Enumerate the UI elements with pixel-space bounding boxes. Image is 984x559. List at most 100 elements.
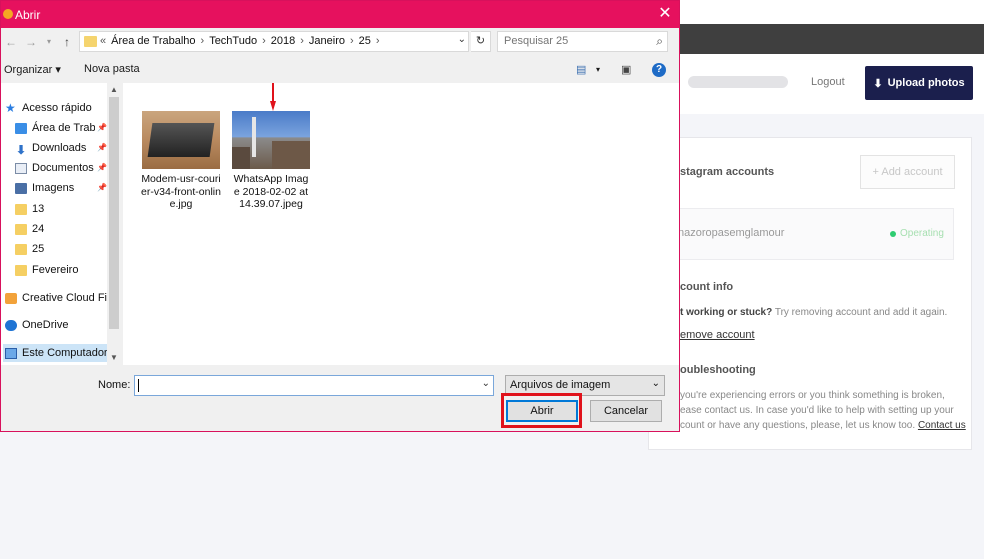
nav-item-quick-access[interactable]: ★ Acesso rápido [5, 99, 92, 117]
help-icon[interactable]: ? [652, 63, 666, 77]
pin-icon[interactable]: 📌 [97, 183, 107, 192]
nav-item-folder-25[interactable]: 25 [15, 240, 44, 258]
breadcrumb-item[interactable]: TechTudo [209, 35, 257, 47]
recent-dropdown-icon[interactable]: ▾ [41, 33, 57, 51]
instagram-accounts-heading: stagram accounts [680, 166, 775, 178]
navigation-row: ← → ▾ ↑ « Área de Trabalho › TechTudo › … [1, 30, 679, 54]
troubleshooting-heading: oubleshooting [680, 364, 756, 376]
nav-item-label: 13 [32, 203, 45, 215]
contact-us-link[interactable]: Contact us [918, 420, 966, 431]
stuck-help-text: t working or stuck? Try removing account… [680, 305, 947, 320]
file-item[interactable]: Modem-usr-courier-v34-front-online.jpg [141, 111, 221, 211]
chevron-right-icon[interactable]: › [300, 35, 304, 47]
scroll-up-icon[interactable]: ▲ [107, 85, 121, 94]
pin-icon[interactable]: 📌 [97, 123, 107, 132]
up-arrow-icon[interactable]: ↑ [59, 33, 75, 51]
search-icon[interactable]: ⌕ [656, 34, 663, 49]
open-button[interactable]: Abrir [506, 400, 578, 422]
dialog-toolbar: Organizar ▾ Nova pasta ▤ ▾ ▣ ? [1, 57, 679, 83]
nav-item-desktop[interactable]: Área de Traba [15, 119, 95, 137]
breadcrumb-overflow[interactable]: « [100, 35, 106, 47]
breadcrumb-item[interactable]: Janeiro [309, 35, 345, 47]
view-options-icon[interactable]: ▤ [576, 63, 586, 76]
folder-icon [15, 203, 27, 215]
navigation-pane: ★ Acesso rápido Área de Traba 📌 ⬇ Downlo… [1, 83, 121, 365]
breadcrumb-item[interactable]: 25 [359, 35, 371, 47]
remove-account-link[interactable]: emove account [680, 328, 755, 343]
nav-item-creative-cloud[interactable]: Creative Cloud Fil [5, 289, 107, 307]
whatsapp-image-thumbnail [232, 111, 310, 169]
chevron-right-icon[interactable]: › [350, 35, 354, 47]
forward-arrow-icon[interactable]: → [23, 33, 39, 51]
nav-item-folder-24[interactable]: 24 [15, 220, 44, 238]
scroll-down-icon[interactable]: ▼ [107, 353, 121, 362]
stuck-rest-text: Try removing account and add it again. [772, 307, 948, 318]
chevron-right-icon[interactable]: › [201, 35, 205, 47]
chevron-down-icon[interactable]: ⌄ [458, 34, 466, 45]
chevron-right-icon[interactable]: › [376, 35, 380, 47]
nav-item-folder-13[interactable]: 13 [15, 200, 44, 218]
upload-photos-label: Upload photos [887, 77, 965, 89]
nav-item-downloads[interactable]: ⬇ Downloads [15, 139, 86, 157]
breadcrumb-item[interactable]: Área de Trabalho [111, 35, 195, 47]
dialog-titlebar[interactable]: Abrir ✕ [1, 1, 679, 28]
file-type-select[interactable]: Arquivos de imagem ⌄ [505, 375, 665, 396]
chevron-down-icon[interactable]: ⌄ [652, 378, 660, 389]
nav-item-label: 25 [32, 243, 45, 255]
scrollbar-thumb[interactable] [109, 97, 119, 329]
logout-link[interactable]: Logout [811, 76, 845, 88]
filename-input[interactable] [139, 379, 469, 391]
file-name: Modem-usr-courier-v34-front-online.jpg [141, 173, 221, 210]
folder-icon [15, 243, 27, 255]
add-account-button[interactable]: + Add account [860, 155, 955, 189]
back-arrow-icon[interactable]: ← [3, 33, 19, 51]
troubleshooting-line-1: you're experiencing errors or you think … [680, 390, 945, 401]
nav-item-pictures[interactable]: Imagens [15, 179, 74, 197]
nav-item-this-pc[interactable]: Este Computador [3, 344, 107, 362]
file-item[interactable]: WhatsApp Image 2018-02-02 at 14.39.07.jp… [231, 111, 311, 211]
breadcrumb-item[interactable]: 2018 [271, 35, 295, 47]
search-input[interactable] [504, 35, 644, 47]
account-name: nazoropasemglamour [678, 227, 785, 239]
nav-item-label: Imagens [32, 182, 75, 194]
search-box[interactable]: ⌕ [497, 31, 668, 52]
troubleshooting-line-3: count or have any questions, please, let… [680, 418, 966, 433]
nav-item-documents[interactable]: Documentos [15, 159, 94, 177]
stuck-bold-text: t working or stuck? [680, 307, 773, 318]
creative-cloud-icon [5, 292, 17, 304]
account-status-label: Operating [900, 228, 944, 239]
file-type-value: Arquivos de imagem [510, 379, 611, 391]
navigation-scrollbar[interactable]: ▲ ▼ [107, 83, 121, 365]
pin-icon[interactable]: 📌 [97, 143, 107, 152]
pin-icon[interactable]: 📌 [97, 163, 107, 172]
cancel-button[interactable]: Cancelar [590, 400, 662, 422]
filename-field[interactable]: ⌄ [134, 375, 494, 396]
building-shape [272, 141, 310, 169]
new-folder-button[interactable]: Nova pasta [84, 63, 140, 75]
account-info-heading: count info [680, 281, 734, 293]
modem-image-thumbnail [142, 111, 220, 169]
troubleshooting-line-2: ease contact us. In case you'd like to h… [680, 405, 954, 416]
folder-icon [15, 264, 27, 276]
preview-pane-icon[interactable]: ▣ [621, 63, 631, 76]
troubleshooting-line-3-text: count or have any questions, please, let… [680, 420, 916, 431]
chevron-right-icon[interactable]: › [262, 35, 266, 47]
document-icon [15, 162, 27, 174]
folder-icon [15, 223, 27, 235]
organize-menu[interactable]: Organizar ▾ [4, 63, 61, 76]
tower-shape [252, 117, 256, 157]
refresh-icon[interactable]: ↻ [471, 31, 491, 52]
chevron-down-icon[interactable]: ⌄ [482, 378, 490, 389]
folder-icon [84, 36, 97, 47]
status-dot-icon [890, 230, 896, 237]
nav-item-label: Acesso rápido [22, 102, 92, 114]
close-icon[interactable]: ✕ [651, 4, 679, 24]
upload-photos-button[interactable]: ⬇ Upload photos [865, 66, 973, 100]
filename-label: Nome: [98, 379, 131, 391]
nav-item-fevereiro[interactable]: Fevereiro [15, 261, 78, 279]
nav-item-onedrive[interactable]: OneDrive [5, 316, 68, 334]
dialog-bottom-bar: Nome: ⌄ Arquivos de imagem ⌄ Abrir Cance… [1, 365, 679, 431]
view-dropdown-icon[interactable]: ▾ [596, 65, 600, 74]
nav-item-label: Documentos [32, 162, 94, 174]
address-bar[interactable]: « Área de Trabalho › TechTudo › 2018 › J… [79, 31, 469, 52]
